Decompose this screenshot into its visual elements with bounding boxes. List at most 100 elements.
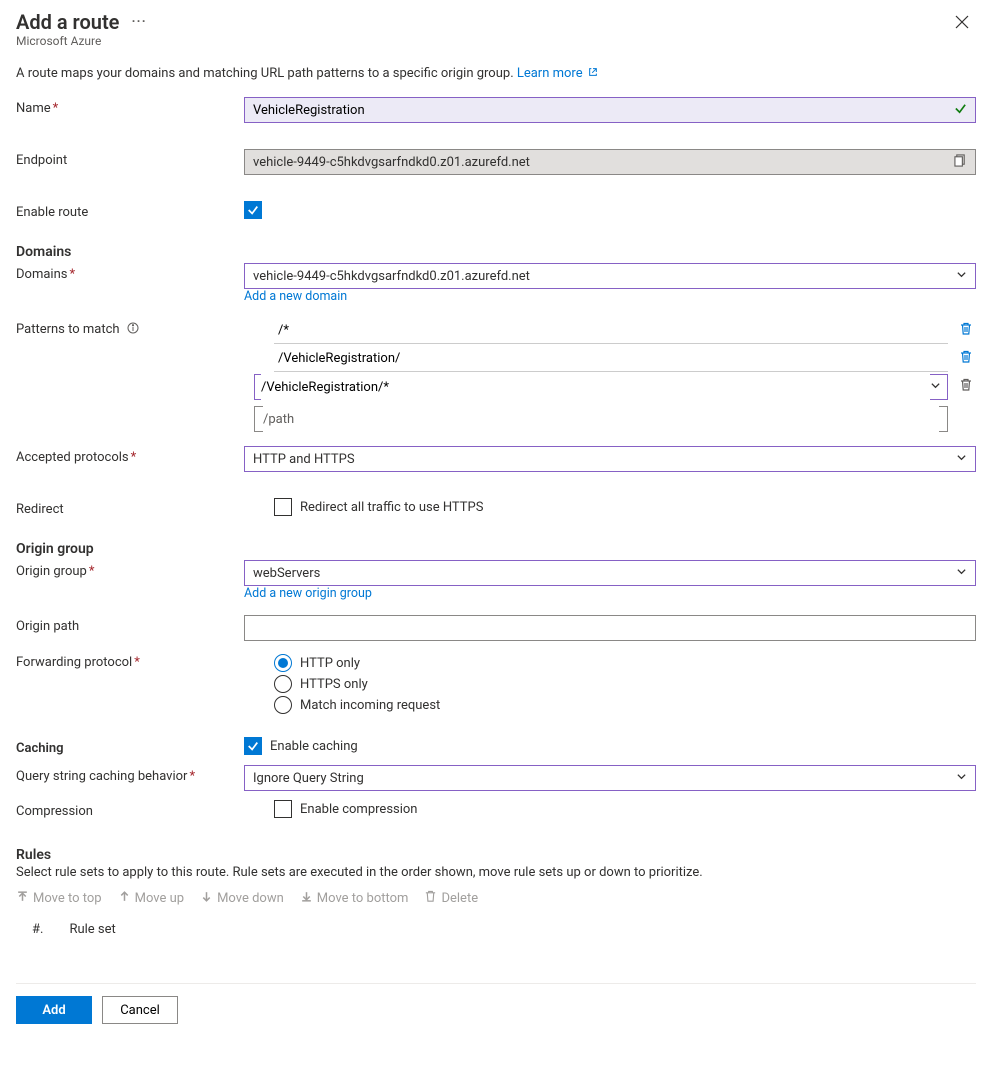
row-enable-route: Enable route bbox=[16, 201, 976, 220]
enable-route-checkbox[interactable] bbox=[244, 201, 262, 219]
chevron-down-icon bbox=[956, 269, 967, 284]
pattern-row bbox=[274, 318, 976, 344]
label-compression: Compression bbox=[16, 800, 244, 819]
qs-caching-select[interactable]: Ignore Query String bbox=[244, 765, 976, 791]
name-input[interactable] bbox=[253, 98, 954, 122]
compression-checkbox[interactable] bbox=[274, 800, 292, 818]
add-origin-group-link[interactable]: Add a new origin group bbox=[244, 586, 372, 601]
panel-subtitle: Microsoft Azure bbox=[16, 34, 948, 48]
domains-select[interactable]: vehicle-9449-c5hkdvgsarfndkd0.z01.azuref… bbox=[244, 263, 976, 289]
copy-button[interactable] bbox=[954, 154, 967, 171]
section-caching: Caching bbox=[16, 737, 244, 756]
section-rules: Rules bbox=[16, 847, 976, 863]
add-button[interactable]: Add bbox=[16, 996, 92, 1024]
row-redirect: Redirect Redirect all traffic to use HTT… bbox=[16, 498, 976, 517]
chevron-down-icon bbox=[956, 566, 967, 581]
origin-group-value: webServers bbox=[253, 566, 320, 581]
label-enable-route: Enable route bbox=[16, 201, 244, 220]
panel-header: Add a route ··· Microsoft Azure bbox=[16, 10, 976, 48]
panel-footer: Add Cancel bbox=[16, 983, 976, 1024]
endpoint-value: vehicle-9449-c5hkdvgsarfndkd0.z01.azuref… bbox=[253, 155, 530, 170]
row-patterns: Patterns to match bbox=[16, 318, 976, 432]
pattern-active-wrap[interactable] bbox=[254, 374, 948, 400]
move-to-top-button[interactable]: Move to top bbox=[16, 890, 102, 907]
radio-icon bbox=[274, 675, 292, 693]
info-icon[interactable] bbox=[127, 322, 139, 334]
delete-pattern-button[interactable] bbox=[956, 322, 976, 340]
endpoint-readonly: vehicle-9449-c5hkdvgsarfndkd0.z01.azuref… bbox=[244, 149, 976, 175]
forwarding-https-only[interactable]: HTTPS only bbox=[274, 675, 976, 693]
rules-toolbar: Move to top Move up Move down Move to bo… bbox=[16, 890, 976, 907]
pattern-input-1[interactable] bbox=[274, 346, 948, 372]
row-accepted-protocols: Accepted protocols* HTTP and HTTPS bbox=[16, 446, 976, 472]
arrow-down-bar-icon bbox=[300, 890, 313, 907]
row-origin-group: Origin group* webServers Add a new origi… bbox=[16, 560, 976, 601]
move-up-button[interactable]: Move up bbox=[118, 890, 184, 907]
close-icon bbox=[955, 15, 969, 33]
chevron-down-icon bbox=[930, 380, 941, 395]
pattern-row-new bbox=[254, 406, 976, 432]
accepted-protocols-select[interactable]: HTTP and HTTPS bbox=[244, 446, 976, 472]
learn-more-link[interactable]: Learn more bbox=[517, 66, 598, 81]
redirect-checkbox[interactable] bbox=[274, 498, 292, 516]
cancel-button[interactable]: Cancel bbox=[102, 996, 178, 1024]
section-origin-group: Origin group bbox=[16, 541, 976, 557]
arrow-down-icon bbox=[200, 890, 213, 907]
label-origin-group: Origin group* bbox=[16, 560, 244, 579]
move-down-button[interactable]: Move down bbox=[200, 890, 284, 907]
origin-path-input[interactable] bbox=[244, 615, 976, 641]
move-to-bottom-button[interactable]: Move to bottom bbox=[300, 890, 409, 907]
row-origin-path: Origin path bbox=[16, 615, 976, 641]
pattern-row bbox=[274, 346, 976, 372]
label-redirect: Redirect bbox=[16, 498, 244, 517]
label-patterns: Patterns to match bbox=[16, 318, 244, 337]
chevron-down-icon bbox=[956, 452, 967, 467]
add-domain-link[interactable]: Add a new domain bbox=[244, 289, 347, 304]
pattern-input-0[interactable] bbox=[274, 318, 948, 344]
forwarding-match-incoming[interactable]: Match incoming request bbox=[274, 696, 976, 714]
forwarding-http-only[interactable]: HTTP only bbox=[274, 654, 976, 672]
enable-caching-label: Enable caching bbox=[270, 739, 358, 754]
row-endpoint: Endpoint vehicle-9449-c5hkdvgsarfndkd0.z… bbox=[16, 149, 976, 175]
label-qs-caching: Query string caching behavior* bbox=[16, 765, 244, 784]
title-text: Add a route bbox=[16, 10, 119, 34]
domains-select-value: vehicle-9449-c5hkdvgsarfndkd0.z01.azuref… bbox=[253, 269, 530, 284]
origin-group-select[interactable]: webServers bbox=[244, 560, 976, 586]
delete-rule-button[interactable]: Delete bbox=[424, 890, 478, 907]
ruleset-table-header: #. Rule set bbox=[16, 917, 976, 945]
label-endpoint: Endpoint bbox=[16, 149, 244, 168]
row-domains: Domains* vehicle-9449-c5hkdvgsarfndkd0.z… bbox=[16, 263, 976, 304]
radio-icon bbox=[274, 696, 292, 714]
row-caching: Caching Enable caching bbox=[16, 737, 976, 756]
qs-caching-value: Ignore Query String bbox=[253, 771, 364, 786]
col-number: #. bbox=[32, 922, 43, 937]
delete-pattern-button[interactable] bbox=[956, 378, 976, 396]
compression-label: Enable compression bbox=[300, 802, 418, 817]
rules-description: Select rule sets to apply to this route.… bbox=[16, 865, 976, 880]
radio-icon bbox=[274, 654, 292, 672]
pattern-new-input-wrap[interactable] bbox=[254, 406, 948, 432]
name-input-wrap[interactable] bbox=[244, 97, 976, 123]
row-query-string-caching: Query string caching behavior* Ignore Qu… bbox=[16, 765, 976, 791]
pattern-input-new[interactable] bbox=[263, 406, 939, 432]
accepted-protocols-value: HTTP and HTTPS bbox=[253, 452, 355, 467]
label-domains: Domains* bbox=[16, 263, 244, 282]
label-accepted-protocols: Accepted protocols* bbox=[16, 446, 244, 465]
redirect-checkbox-label: Redirect all traffic to use HTTPS bbox=[300, 500, 483, 515]
valid-check-icon bbox=[954, 102, 967, 119]
arrow-up-icon bbox=[118, 890, 131, 907]
chevron-down-icon bbox=[956, 771, 967, 786]
panel-title: Add a route ··· bbox=[16, 10, 948, 34]
close-button[interactable] bbox=[948, 10, 976, 38]
more-icon[interactable]: ··· bbox=[131, 14, 146, 30]
row-compression: Compression Enable compression bbox=[16, 800, 976, 819]
label-origin-path: Origin path bbox=[16, 615, 244, 634]
pattern-input-2[interactable] bbox=[261, 374, 930, 400]
enable-caching-checkbox[interactable] bbox=[244, 737, 262, 755]
row-forwarding-protocol: Forwarding protocol* HTTP only HTTPS onl… bbox=[16, 651, 976, 717]
delete-pattern-button[interactable] bbox=[956, 350, 976, 368]
row-name: Name* bbox=[16, 97, 976, 123]
label-forwarding-protocol: Forwarding protocol* bbox=[16, 651, 244, 670]
trash-icon bbox=[424, 890, 437, 907]
intro-text: A route maps your domains and matching U… bbox=[16, 66, 976, 81]
